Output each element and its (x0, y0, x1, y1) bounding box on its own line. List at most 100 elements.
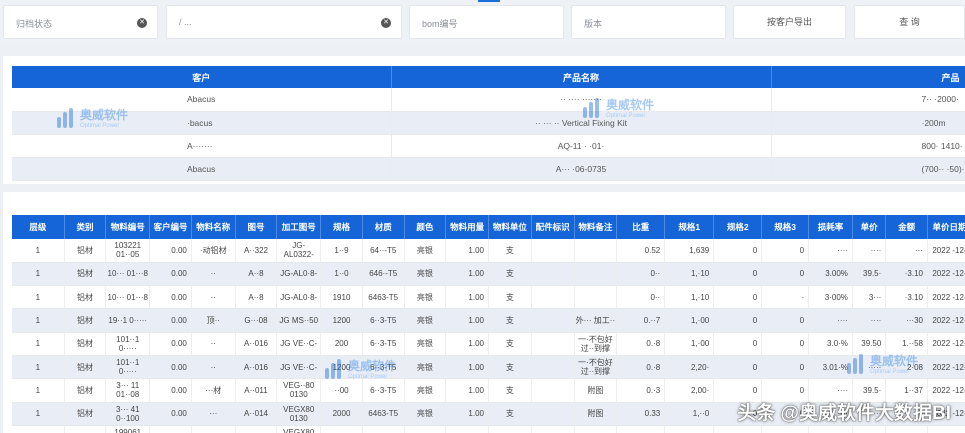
table-row[interactable]: 1铝材199061 0·····0.00·····VEGX80 ········… (12, 425, 965, 433)
table-cell: ···· (852, 239, 887, 263)
table-cell (574, 285, 618, 310)
table-cell: 0 (761, 308, 810, 333)
table-cell: 1··0 (320, 262, 363, 287)
export-by-customer-button[interactable]: 按客户导出 (733, 5, 846, 39)
bom-number-input[interactable]: bom编号 (409, 5, 564, 39)
table-row[interactable]: 1 铝材 19··1 0····· 0.00 顶·· G···08 JG MS··50 120… (12, 308, 965, 333)
table-cell: ···· (404, 425, 447, 433)
version-input[interactable]: 版本 (571, 5, 726, 39)
table-cell: 7·· ·2000· (771, 88, 965, 112)
table-row[interactable]: ·bacus ·· ··· ·· Vertical Fixing Kit ·200m (12, 111, 965, 135)
table-cell: 2022 -12- (927, 332, 965, 356)
column-header[interactable]: 物料用量 (445, 215, 489, 239)
column-header[interactable]: 图号 (235, 215, 278, 239)
table-cell: 0.00 (149, 308, 192, 333)
table-cell: 铝材 (64, 378, 107, 403)
column-header[interactable]: 类别 (64, 215, 107, 239)
clear-icon[interactable]: ✕ (381, 18, 391, 28)
column-header[interactable]: 金额 (885, 215, 928, 239)
table-cell: ·动铝材 (191, 239, 236, 263)
col-customer[interactable]: 客户 (12, 66, 392, 88)
active-indicator (478, 0, 500, 2)
table-cell: 1,·10 (664, 262, 715, 287)
table-cell (531, 308, 575, 333)
clear-icon[interactable]: ✕ (137, 18, 147, 28)
table-cell: 0.52 (616, 239, 666, 263)
table-row[interactable]: 1 铝材 101··1 0····· 0.00 ·· A··016 JG VE··C- 120… (12, 355, 965, 380)
table-row[interactable]: A······· AQ-11 · ·01· 800· 1410· (12, 134, 965, 158)
table-cell: 支 (488, 239, 532, 263)
column-header[interactable]: 比重 (616, 215, 666, 239)
table-cell: 2022 -12- (927, 262, 965, 287)
table-cell: 一·不包好 过··到撑 (574, 355, 618, 380)
table-cell: 0.00 (149, 285, 192, 310)
column-header[interactable]: 配件标识 (531, 215, 575, 239)
query-button[interactable]: 查 询 (854, 5, 965, 39)
filter-select-2[interactable]: / ... ✕ (166, 5, 402, 39)
filter-bar: 归档状态 ✕ / ... ✕ bom编号 版本 按客户导出 查 询 (0, 0, 965, 46)
column-header[interactable]: 加工图号 (276, 215, 322, 239)
column-header[interactable]: 客户编号 (149, 215, 192, 239)
table-row[interactable]: 1 铝材 101··1 0····· 0.00 ·· A··016 JG VE··C- 200… (12, 332, 965, 356)
column-header[interactable]: 规格2 (713, 215, 763, 239)
column-header[interactable]: 规格 (320, 215, 363, 239)
brand-logo-icon (581, 97, 603, 119)
table-cell: ···· (664, 425, 715, 433)
column-header[interactable]: 物料名称 (191, 215, 236, 239)
table-cell: 1.00 (445, 239, 489, 263)
column-header[interactable]: 颜色 (404, 215, 447, 239)
table-cell: 支 (488, 308, 532, 333)
table-cell: 1.00 (445, 378, 489, 403)
table-cell: 一·不包好 过··到撑 (574, 332, 618, 356)
archive-status-select[interactable]: 归档状态 ✕ (3, 5, 158, 39)
table-row[interactable]: 1 铝材 103221 01··05 0.00 ·动铝材 A··322 JG-AL0322-… (12, 239, 965, 263)
column-header[interactable]: 层级 (12, 215, 65, 239)
table-cell: 3.00% (808, 262, 853, 287)
table-cell: 支 (488, 262, 532, 287)
col-product[interactable]: 产品 (771, 66, 965, 88)
watermark: 奥威软件 Optimal Power (323, 357, 396, 380)
table-cell: 800· 1410· (771, 134, 965, 158)
table-cell: 铝材 (64, 402, 107, 426)
table-cell: VEGX80 ···· (276, 425, 322, 433)
table-cell: 0.·3 (616, 378, 666, 403)
column-header[interactable]: 规格1 (664, 215, 715, 239)
column-header[interactable]: 物料单位 (488, 215, 532, 239)
table-cell: 附图 (574, 402, 618, 426)
column-header[interactable]: 规格3 (761, 215, 810, 239)
column-header[interactable]: 单价 (852, 215, 887, 239)
table-cell (531, 355, 575, 380)
table-row[interactable]: 1 铝材 10··· 01···8 0.00 ·· A··8 JG-AL0·8- 1910 64… (12, 285, 965, 310)
column-header[interactable]: 单价日期 (927, 215, 965, 239)
table-cell: 6··3-T5 (362, 308, 405, 333)
table-cell: JG VE··C- (276, 355, 322, 380)
table-cell: 0 (713, 332, 763, 356)
table-cell: 0 (713, 239, 763, 263)
column-header[interactable]: 损耗率 (808, 215, 853, 239)
table-cell: 铝材 (64, 285, 107, 310)
column-header[interactable]: 材质 (362, 215, 405, 239)
table-row[interactable]: 1 铝材 10··· 01···8 0.00 ·· A··8 JG-AL0·8- 1··0 64… (12, 262, 965, 287)
table-cell: 2022 -12- (927, 239, 965, 263)
table-cell: 1 (12, 332, 65, 356)
column-header[interactable]: 物料备注 (574, 215, 618, 239)
table-cell: ···· (808, 425, 853, 433)
table-row[interactable]: Abacus ·· ···· ······· 7·· ·2000· (12, 88, 965, 112)
table-cell: 1,·00 (664, 332, 715, 356)
table-cell: 6··3-T5 (362, 378, 405, 403)
table-cell: 1 (12, 402, 65, 426)
table-cell: 0.00 (149, 425, 192, 433)
table-cell: A··8 (235, 262, 278, 287)
column-header[interactable]: 物料编号 (105, 215, 151, 239)
table-cell: VEGX80 0130 (276, 402, 322, 426)
table-cell: 1,·00 (664, 308, 715, 333)
table-cell: ··· (235, 425, 278, 433)
table-cell: ·3.10 (885, 285, 928, 310)
table-cell: 1 (12, 378, 65, 403)
products-panel: 客户 产品名称 产品 Abacus ·· ···· ······· 7·· ·200… (3, 56, 965, 184)
col-product-name[interactable]: 产品名称 (391, 66, 772, 88)
table-cell: 亮银 (404, 402, 447, 426)
table-row[interactable]: AbacusA··· ·06-0735(700·· ·50)·18 (12, 157, 965, 181)
table-cell: 0 (713, 285, 763, 310)
table-cell: · (713, 425, 763, 433)
